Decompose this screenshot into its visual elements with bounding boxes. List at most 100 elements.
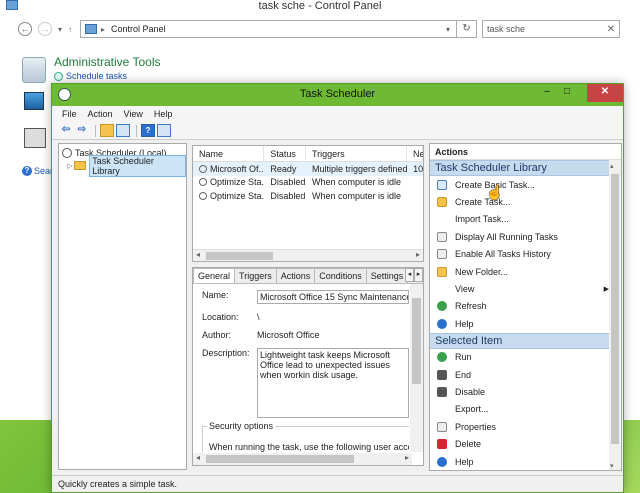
back-icon[interactable]: ← <box>18 22 32 36</box>
tab-scroll-left-icon[interactable]: ◂ <box>405 268 414 282</box>
scroll-thumb[interactable] <box>412 298 421 384</box>
description-value[interactable]: Lightweight task keeps Microsoft Office … <box>257 348 409 418</box>
up-icon[interactable]: ↑ <box>68 25 72 34</box>
action-view[interactable]: View ▶ <box>430 280 621 297</box>
address-box[interactable]: ▸ Control Panel ▾ <box>80 20 458 38</box>
action-end[interactable]: End <box>430 366 621 383</box>
column-status[interactable]: Status <box>264 146 306 162</box>
menu-file[interactable]: File <box>62 109 77 119</box>
action-enable-history[interactable]: Enable All Tasks History <box>430 246 621 263</box>
toolbar-back-icon[interactable]: ⇦ <box>59 124 73 137</box>
action-refresh[interactable]: Refresh <box>430 298 621 315</box>
scroll-left-icon[interactable]: ◂ <box>196 250 200 259</box>
tree-item-library[interactable]: ▷ Task Scheduler Library <box>59 154 186 177</box>
toolbar-forward-icon[interactable]: ⇨ <box>75 124 89 137</box>
toolbar-show-action-pane-icon[interactable] <box>157 124 171 137</box>
address-refresh-icon[interactable]: ↻ <box>457 20 478 38</box>
task-scheduler-titlebar[interactable]: Task Scheduler – □ ✕ <box>52 84 623 106</box>
search-help-link[interactable]: ? Sear <box>22 166 53 176</box>
action-display-running-tasks[interactable]: Display All Running Tasks <box>430 228 621 245</box>
table-row[interactable]: Microsoft Of... Ready Multiple triggers … <box>193 162 423 176</box>
menu-action[interactable]: Action <box>88 109 113 119</box>
close-icon[interactable]: ✕ <box>587 84 623 102</box>
result-administrative-tools: Administrative Tools Schedule tasks <box>22 55 161 83</box>
column-triggers[interactable]: Triggers <box>306 146 407 162</box>
detail-horizontal-scrollbar[interactable]: ◂ ▸ <box>193 453 412 465</box>
menu-view[interactable]: View <box>124 109 143 119</box>
table-row[interactable]: Optimize Sta... Disabled When computer i… <box>193 189 423 203</box>
column-next-run[interactable]: Ne <box>407 146 423 162</box>
section-selected-item[interactable]: Selected Item ▲ <box>430 332 621 349</box>
general-tab-body: Name: Microsoft Office 15 Sync Maintenan… <box>193 284 409 452</box>
forward-icon[interactable]: → <box>38 22 52 36</box>
name-field: Name: Microsoft Office 15 Sync Maintenan… <box>202 290 409 304</box>
task-list: Name Status Triggers Ne Microsoft Of... … <box>192 145 424 262</box>
name-value[interactable]: Microsoft Office 15 Sync Maintenance f <box>257 290 409 304</box>
location-field: Location: \ <box>202 312 409 322</box>
tab-settings[interactable]: Settings <box>365 268 409 283</box>
column-name[interactable]: Name <box>193 146 265 162</box>
action-run[interactable]: Run <box>430 349 621 366</box>
action-help[interactable]: Help <box>430 315 621 332</box>
scroll-left-icon[interactable]: ◂ <box>196 453 200 462</box>
action-delete[interactable]: Delete <box>430 435 621 452</box>
devices-icon[interactable] <box>24 128 46 148</box>
table-row[interactable]: Optimize Sta... Disabled When computer i… <box>193 176 423 190</box>
tab-scroll-right-icon[interactable]: ▸ <box>414 268 423 282</box>
schedule-tasks-link[interactable]: Schedule tasks <box>54 71 161 81</box>
system-icon[interactable] <box>24 92 44 110</box>
action-label: Properties <box>455 421 497 432</box>
control-panel-titlebar: task sche - Control Panel <box>0 0 640 14</box>
author-value: Microsoft Office <box>257 330 320 340</box>
refresh-icon <box>437 301 447 312</box>
scroll-thumb[interactable] <box>611 174 619 444</box>
action-create-basic-task[interactable]: Create Basic Task... <box>430 176 621 193</box>
security-options-text: When running the task, use the following… <box>209 442 409 452</box>
disable-icon <box>437 386 447 397</box>
recent-dropdown-icon[interactable]: ▾ <box>58 25 62 34</box>
expand-arrow-icon[interactable]: ▷ <box>67 162 72 170</box>
action-create-task[interactable]: Create Task... <box>430 193 621 210</box>
result-title[interactable]: Administrative Tools <box>54 55 161 69</box>
scroll-down-icon[interactable]: ▾ <box>610 462 614 470</box>
action-properties[interactable]: Properties <box>430 418 621 435</box>
action-import-task[interactable]: Import Task... <box>430 211 621 228</box>
tab-triggers[interactable]: Triggers <box>234 268 277 283</box>
menu-help[interactable]: Help <box>154 109 173 119</box>
toolbar-show-hide-tree-icon[interactable] <box>116 124 130 137</box>
toolbar-help-icon[interactable]: ? <box>141 124 155 137</box>
tab-conditions[interactable]: Conditions <box>314 268 367 283</box>
scroll-thumb[interactable] <box>206 455 354 463</box>
detail-vertical-scrollbar[interactable] <box>410 284 423 452</box>
search-clear-icon[interactable]: ✕ <box>607 24 615 35</box>
description-field: Description: Lightweight task keeps Micr… <box>202 348 409 418</box>
action-export[interactable]: Export... <box>430 401 621 418</box>
tab-actions[interactable]: Actions <box>275 268 316 283</box>
action-help-selected[interactable]: Help <box>430 453 621 470</box>
section-task-scheduler-library[interactable]: Task Scheduler Library ▲ <box>430 160 621 176</box>
action-new-folder[interactable]: New Folder... <box>430 263 621 280</box>
actions-vertical-scrollbar[interactable]: ▴ ▾ <box>609 160 621 470</box>
search-input[interactable]: task sche ✕ <box>482 20 621 38</box>
action-label: Import Task... <box>455 214 509 225</box>
task-list-horizontal-scrollbar[interactable]: ◂ ▸ <box>193 249 423 261</box>
tab-general[interactable]: General <box>193 268 236 283</box>
task-next-run: 10 <box>413 163 423 174</box>
action-label: View <box>455 284 475 295</box>
maximize-icon[interactable]: □ <box>557 84 577 102</box>
action-disable[interactable]: Disable <box>430 383 621 400</box>
task-status: Disabled <box>270 190 306 201</box>
task-name: Optimize Sta... <box>210 190 265 201</box>
minimize-icon[interactable]: – <box>537 84 557 102</box>
scroll-right-icon[interactable]: ▸ <box>405 453 409 462</box>
toolbar-up-folder-icon[interactable] <box>100 124 114 137</box>
scroll-up-icon[interactable]: ▴ <box>610 162 614 170</box>
scroll-thumb[interactable] <box>206 252 273 260</box>
tab-scroll-buttons: ◂ ▸ <box>405 268 423 282</box>
breadcrumb-control-panel[interactable]: Control Panel <box>111 24 166 34</box>
scroll-right-icon[interactable]: ▸ <box>416 250 420 259</box>
address-dropdown-icon[interactable]: ▾ <box>446 25 450 34</box>
control-panel-mini-icon <box>85 24 98 34</box>
schedule-clock-icon <box>54 71 63 81</box>
help-circle-icon: ? <box>22 166 32 176</box>
